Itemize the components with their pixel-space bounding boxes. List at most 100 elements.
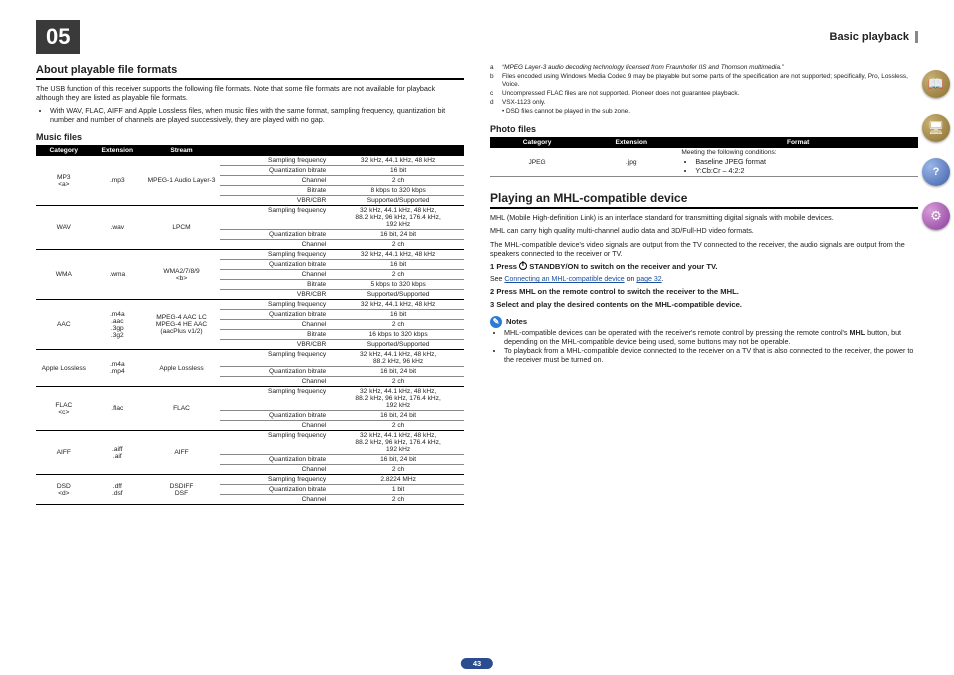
devices-icon[interactable]: 🖥: [922, 114, 950, 142]
cell-extension: .flac: [92, 387, 143, 431]
footnote: cUncompressed FLAC files are not support…: [490, 90, 918, 98]
left-column: About playable file formats The USB func…: [36, 64, 464, 505]
footnotes: a“MPEG Layer-3 audio decoding technology…: [490, 64, 918, 116]
table-row: FLAC <c>.flacFLACSampling frequency32 kH…: [36, 387, 464, 431]
about-formats-intro: The USB function of this receiver suppor…: [36, 84, 464, 102]
table-row: AIFF.aiff .aifAIFFSampling frequency32 k…: [36, 431, 464, 475]
th-extension: Extension: [92, 145, 143, 156]
footnote: dVSX-1123 only.: [490, 99, 918, 107]
prop-value: 2 ch: [332, 240, 464, 249]
photo-ext: .jpg: [584, 148, 678, 177]
notes-heading: ✎ Notes: [490, 316, 918, 328]
pth-category: Category: [490, 137, 584, 148]
prop-value: 1 bit: [332, 485, 464, 494]
footnote-text: Files encoded using Windows Media Codec …: [502, 73, 918, 89]
cell-props: Sampling frequency32 kHz, 44.1 kHz, 48 k…: [220, 300, 464, 350]
table-row: WAV.wavLPCMSampling frequency32 kHz, 44.…: [36, 206, 464, 250]
step-1: 1 Press STANDBY/ON to switch on the rece…: [490, 262, 918, 272]
cell-props: Sampling frequency32 kHz, 44.1 kHz, 48 k…: [220, 431, 464, 475]
cell-props: Sampling frequency32 kHz, 44.1 kHz, 48 k…: [220, 250, 464, 300]
power-icon: [519, 262, 527, 270]
prop-label: Sampling frequency: [220, 206, 332, 229]
prop-label: Bitrate: [220, 186, 332, 195]
note-icon: ✎: [490, 316, 502, 328]
step3-text: 3 Select and play the desired contents o…: [490, 300, 742, 309]
mhl-heading: Playing an MHL-compatible device: [490, 191, 918, 209]
note-1: MHL-compatible devices can be operated w…: [504, 328, 918, 346]
prop-label: Sampling frequency: [220, 475, 332, 484]
prop-value: 16 bit, 24 bit: [332, 367, 464, 376]
step-3: 3 Select and play the desired contents o…: [490, 300, 918, 310]
th-category: Category: [36, 145, 92, 156]
prop-value: 32 kHz, 44.1 kHz, 48 kHz: [332, 250, 464, 259]
prop-label: Quantization bitrate: [220, 485, 332, 494]
prop-value: 32 kHz, 44.1 kHz, 48 kHz: [332, 300, 464, 309]
see-pre: See: [490, 276, 504, 283]
page-32-link[interactable]: page 32: [636, 276, 661, 283]
cell-category: WMA: [36, 250, 92, 300]
help-icon[interactable]: ?: [922, 158, 950, 186]
prop-label: Channel: [220, 465, 332, 474]
prop-value: 16 bit, 24 bit: [332, 230, 464, 239]
table-row: WMA.wmaWMA2/7/8/9 <b>Sampling frequency3…: [36, 250, 464, 300]
cell-category: AIFF: [36, 431, 92, 475]
cell-extension: .wav: [92, 206, 143, 250]
prop-label: Channel: [220, 270, 332, 279]
gapless-note: With WAV, FLAC, AIFF and Apple Lossless …: [50, 106, 464, 124]
prop-label: Channel: [220, 176, 332, 185]
pth-extension: Extension: [584, 137, 678, 148]
cell-extension: .wma: [92, 250, 143, 300]
prop-label: Sampling frequency: [220, 431, 332, 454]
photo-cat: JPEG: [490, 148, 584, 177]
prop-value: Supported/Supported: [332, 196, 464, 205]
prop-label: VBR/CBR: [220, 196, 332, 205]
prop-label: VBR/CBR: [220, 290, 332, 299]
prop-value: 16 bit: [332, 310, 464, 319]
notes-label: Notes: [506, 317, 527, 327]
prop-value: 8 kbps to 320 kbps: [332, 186, 464, 195]
pth-format: Format: [678, 137, 918, 148]
prop-value: Supported/Supported: [332, 290, 464, 299]
photo-fmt-intro: Meeting the following conditions:: [681, 149, 776, 156]
prop-label: VBR/CBR: [220, 340, 332, 349]
photo-fmt-item: Baseline JPEG format: [695, 157, 915, 166]
side-nav-icons: 📖 🖥 ? ⚙: [922, 70, 950, 230]
prop-label: Quantization bitrate: [220, 230, 332, 239]
book-icon[interactable]: 📖: [922, 70, 950, 98]
manual-page: 05 Basic playback About playable file fo…: [0, 0, 954, 675]
photo-files-table: Category Extension Format JPEG .jpg Meet…: [490, 137, 918, 177]
mhl-body: MHL (Mobile High-definition Link) is an …: [490, 213, 918, 364]
prop-value: 32 kHz, 44.1 kHz, 48 kHz, 88.2 kHz, 96 k…: [332, 387, 464, 410]
prop-value: 32 kHz, 44.1 kHz, 48 kHz: [332, 156, 464, 165]
step1-pre: 1 Press: [490, 262, 519, 271]
prop-label: Bitrate: [220, 280, 332, 289]
top-bar: 05 Basic playback: [36, 20, 918, 54]
cell-stream: AIFF: [143, 431, 220, 475]
cell-stream: LPCM: [143, 206, 220, 250]
prop-value: 2 ch: [332, 495, 464, 504]
prop-value: 16 bit: [332, 260, 464, 269]
prop-label: Channel: [220, 320, 332, 329]
prop-value: 32 kHz, 44.1 kHz, 48 kHz, 88.2 kHz, 96 k…: [332, 350, 464, 366]
settings-icon[interactable]: ⚙: [922, 202, 950, 230]
prop-label: Quantization bitrate: [220, 367, 332, 376]
cell-category: WAV: [36, 206, 92, 250]
table-row: Apple Lossless.m4a .mp4Apple LosslessSam…: [36, 350, 464, 387]
prop-label: Quantization bitrate: [220, 310, 332, 319]
prop-label: Sampling frequency: [220, 156, 332, 165]
prop-label: Quantization bitrate: [220, 455, 332, 464]
cell-props: Sampling frequency32 kHz, 44.1 kHz, 48 k…: [220, 387, 464, 431]
th-stream: Stream: [143, 145, 220, 156]
cell-stream: Apple Lossless: [143, 350, 220, 387]
footnote-key: [490, 108, 498, 116]
prop-value: Supported/Supported: [332, 340, 464, 349]
mhl-connect-link[interactable]: Connecting an MHL-compatible device: [504, 276, 624, 283]
footnote: bFiles encoded using Windows Media Codec…: [490, 73, 918, 89]
cell-extension: .mp3: [92, 156, 143, 206]
prop-value: 5 kbps to 320 kbps: [332, 280, 464, 289]
chapter-number: 05: [36, 20, 80, 54]
see-post: .: [662, 276, 664, 283]
cell-category: MP3 <a>: [36, 156, 92, 206]
right-column: a“MPEG Layer-3 audio decoding technology…: [490, 64, 918, 505]
cell-category: DSD <d>: [36, 475, 92, 505]
